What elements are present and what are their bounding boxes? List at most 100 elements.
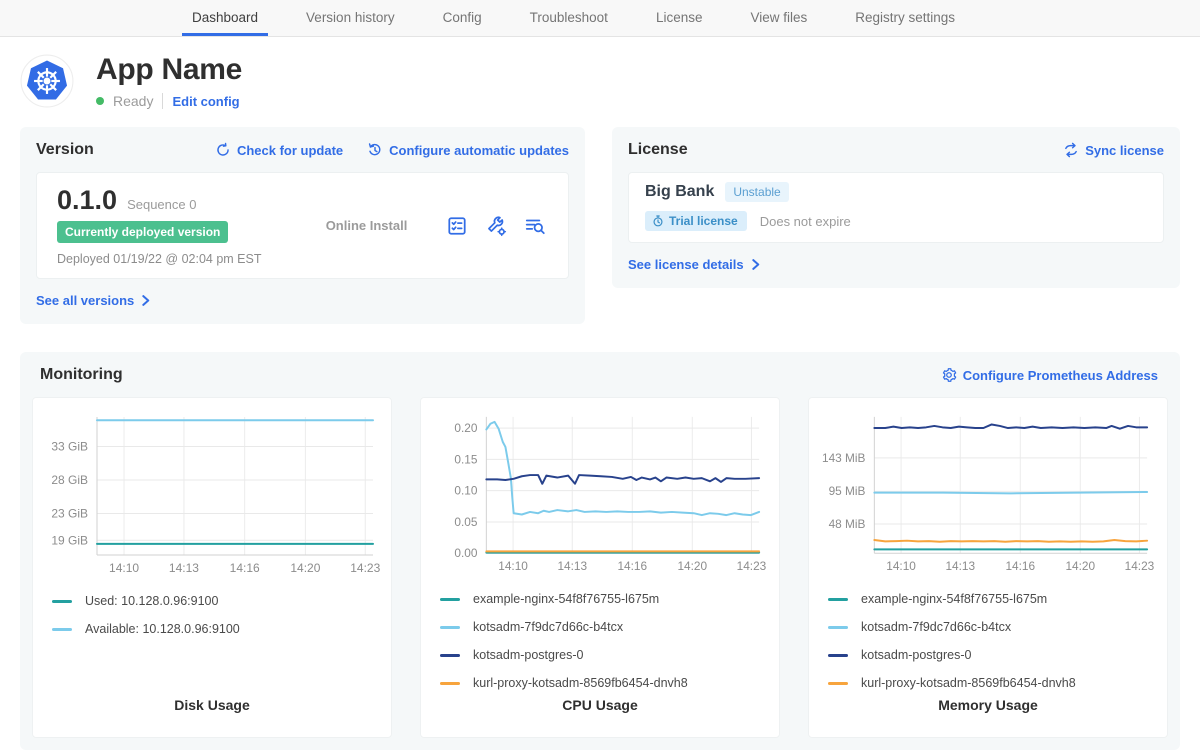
tab-view-files[interactable]: View files: [740, 0, 817, 36]
chart-legend: Used: 10.128.0.96:9100 Available: 10.128.…: [32, 587, 392, 643]
legend-item: Available: 10.128.0.96:9100: [52, 615, 392, 643]
svg-text:14:13: 14:13: [557, 559, 587, 573]
line-chart: 143 MiB95 MiB48 MiB14:1014:1314:1614:201…: [808, 405, 1168, 573]
legend-swatch: [828, 682, 848, 685]
tab-version-history[interactable]: Version history: [296, 0, 405, 36]
status-dot: [96, 97, 104, 105]
legend-label: example-nginx-54f8f76755-l675m: [473, 592, 659, 606]
divider: [162, 93, 163, 109]
legend-swatch: [52, 628, 72, 631]
deployed-timestamp: Deployed 01/19/22 @ 02:04 pm EST: [57, 252, 287, 266]
chart-title: CPU Usage: [420, 697, 780, 713]
refresh-icon: [215, 142, 231, 158]
svg-text:14:10: 14:10: [109, 561, 139, 575]
auto-update-icon: [367, 142, 383, 158]
legend-item: kotsadm-7f9dc7d66c-b4tcx: [828, 613, 1168, 641]
configure-automatic-updates-label: Configure automatic updates: [389, 143, 569, 158]
top-nav: Dashboard Version history Config Troublesho…: [0, 0, 1200, 37]
svg-text:14:16: 14:16: [617, 559, 647, 573]
legend-item: example-nginx-54f8f76755-l675m: [440, 585, 780, 613]
tab-dashboard[interactable]: Dashboard: [182, 0, 268, 36]
current-version-panel: 0.1.0 Sequence 0 Currently deployed vers…: [36, 172, 569, 279]
check-for-update-link[interactable]: Check for update: [215, 142, 343, 158]
legend-label: Used: 10.128.0.96:9100: [85, 594, 218, 608]
svg-text:0.15: 0.15: [454, 452, 477, 466]
legend-item: kurl-proxy-kotsadm-8569fb6454-dnvh8: [828, 669, 1168, 697]
version-sequence: Sequence 0: [127, 197, 196, 212]
license-card: License Sync license Big Bank Unstable: [612, 127, 1180, 288]
line-chart: 33 GiB28 GiB23 GiB19 GiB14:1014:1314:161…: [32, 405, 392, 575]
license-expiry: Does not expire: [760, 214, 851, 229]
svg-text:14:20: 14:20: [290, 561, 320, 575]
sync-license-label: Sync license: [1085, 143, 1164, 158]
top-cards-row: Version Check for update: [0, 127, 1200, 324]
cpu-usage-card: 0.200.150.100.050.0014:1014:1314:1614:20…: [420, 397, 780, 738]
tab-troubleshoot[interactable]: Troubleshoot: [520, 0, 618, 36]
configure-prometheus-label: Configure Prometheus Address: [963, 368, 1158, 383]
legend-label: kotsadm-7f9dc7d66c-b4tcx: [473, 620, 623, 634]
tab-license[interactable]: License: [646, 0, 713, 36]
see-all-versions-link[interactable]: See all versions: [36, 293, 151, 308]
page-title: App Name: [96, 53, 242, 87]
monitoring-section: Monitoring Configure Prometheus Address …: [20, 352, 1180, 750]
app-header: App Name Ready Edit config: [0, 37, 1200, 127]
install-type-label: Online Install: [287, 218, 446, 233]
configure-prometheus-link[interactable]: Configure Prometheus Address: [941, 367, 1158, 383]
edit-config-link[interactable]: Edit config: [172, 94, 239, 109]
monitoring-title: Monitoring: [40, 366, 123, 384]
svg-text:0.20: 0.20: [454, 421, 477, 435]
svg-text:14:20: 14:20: [677, 559, 707, 573]
version-number: 0.1.0: [57, 185, 117, 216]
svg-text:33 GiB: 33 GiB: [51, 439, 88, 453]
trial-license-label: Trial license: [669, 214, 738, 228]
legend-swatch: [52, 600, 72, 603]
legend-item: kotsadm-postgres-0: [828, 641, 1168, 669]
see-license-details-link[interactable]: See license details: [628, 257, 761, 272]
svg-text:28 GiB: 28 GiB: [51, 473, 88, 487]
legend-swatch: [440, 598, 460, 601]
version-card: Version Check for update: [20, 127, 585, 324]
legend-swatch: [440, 626, 460, 629]
app-status: Ready: [113, 93, 153, 109]
legend-label: Available: 10.128.0.96:9100: [85, 622, 240, 636]
svg-text:14:16: 14:16: [1005, 559, 1035, 573]
license-panel: Big Bank Unstable Trial license Does not…: [628, 172, 1164, 243]
svg-text:143 MiB: 143 MiB: [822, 451, 866, 465]
view-logs-icon[interactable]: [524, 215, 546, 237]
sync-license-link[interactable]: Sync license: [1063, 142, 1164, 158]
svg-text:0.10: 0.10: [454, 484, 477, 498]
svg-text:48 MiB: 48 MiB: [829, 517, 866, 531]
version-card-title: Version: [36, 141, 94, 159]
trial-license-badge: Trial license: [645, 211, 747, 231]
see-license-details-label: See license details: [628, 257, 744, 272]
config-tools-icon[interactable]: [485, 215, 507, 237]
svg-text:14:23: 14:23: [350, 561, 380, 575]
charts-row: 33 GiB28 GiB23 GiB19 GiB14:1014:1314:161…: [32, 397, 1168, 738]
deployed-version-badge: Currently deployed version: [57, 221, 228, 243]
svg-text:95 MiB: 95 MiB: [829, 484, 866, 498]
chevron-right-icon: [140, 295, 151, 306]
legend-label: kotsadm-postgres-0: [473, 648, 583, 662]
legend-label: example-nginx-54f8f76755-l675m: [861, 592, 1047, 606]
legend-item: kurl-proxy-kotsadm-8569fb6454-dnvh8: [440, 669, 780, 697]
preflight-checks-icon[interactable]: [446, 215, 468, 237]
legend-label: kurl-proxy-kotsadm-8569fb6454-dnvh8: [473, 676, 688, 690]
chart-title: Memory Usage: [808, 697, 1168, 713]
chart-title: Disk Usage: [32, 697, 392, 713]
memory-usage-card: 143 MiB95 MiB48 MiB14:1014:1314:1614:201…: [808, 397, 1168, 738]
chevron-right-icon: [750, 259, 761, 270]
license-card-title: License: [628, 141, 688, 159]
disk-usage-card: 33 GiB28 GiB23 GiB19 GiB14:1014:1314:161…: [32, 397, 392, 738]
trial-clock-icon: [652, 215, 664, 227]
svg-text:23 GiB: 23 GiB: [51, 506, 88, 520]
tab-registry-settings[interactable]: Registry settings: [845, 0, 965, 36]
tab-config[interactable]: Config: [433, 0, 492, 36]
legend-swatch: [828, 626, 848, 629]
legend-item: example-nginx-54f8f76755-l675m: [828, 585, 1168, 613]
configure-automatic-updates-link[interactable]: Configure automatic updates: [367, 142, 569, 158]
legend-swatch: [828, 598, 848, 601]
see-all-versions-label: See all versions: [36, 293, 134, 308]
chart-legend: example-nginx-54f8f76755-l675m kotsadm-7f…: [420, 585, 780, 697]
svg-text:14:23: 14:23: [737, 559, 767, 573]
legend-swatch: [828, 654, 848, 657]
